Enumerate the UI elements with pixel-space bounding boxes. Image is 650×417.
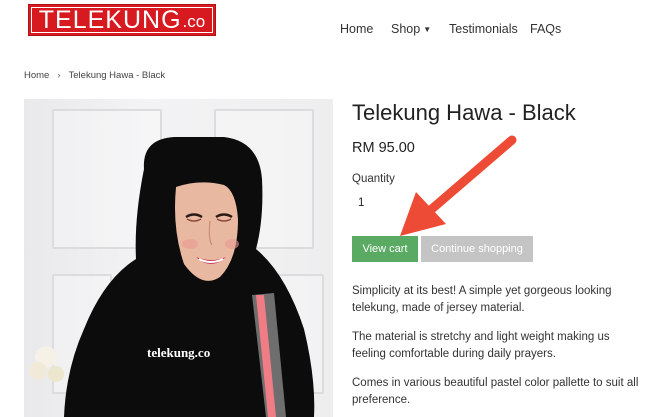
- breadcrumb-separator: ›: [57, 70, 61, 81]
- breadcrumb-current: Telekung Hawa - Black: [68, 70, 166, 81]
- model-illustration: [29, 137, 315, 417]
- site-logo[interactable]: TELEKUNG .co: [28, 4, 216, 36]
- nav-faqs[interactable]: FAQs: [530, 22, 561, 36]
- product-image[interactable]: telekung.co: [24, 99, 333, 417]
- image-watermark: telekung.co: [147, 345, 211, 360]
- nav-shop-label: Shop: [391, 22, 421, 36]
- breadcrumb: Home › Telekung Hawa - Black: [24, 70, 165, 81]
- product-title: Telekung Hawa - Black: [352, 100, 576, 125]
- arrow-pointer-icon: [400, 135, 517, 236]
- description-paragraph: Simplicity at its best! A simple yet gor…: [352, 285, 612, 314]
- nav-home[interactable]: Home: [340, 22, 373, 36]
- breadcrumb-home[interactable]: Home: [24, 70, 49, 81]
- quantity-input[interactable]: 1: [358, 197, 364, 209]
- description-paragraph: Comes in various beautiful pastel color …: [352, 377, 639, 406]
- logo-text: TELEKUNG: [38, 5, 182, 34]
- logo-suffix: .co: [182, 12, 206, 31]
- caret-down-icon: ▼: [423, 25, 432, 34]
- nav-shop[interactable]: Shop ▼: [391, 22, 431, 36]
- description-paragraph: The material is stretchy and light weigh…: [352, 331, 610, 360]
- quantity-label: Quantity: [352, 173, 395, 185]
- nav-testimonials[interactable]: Testimonials: [449, 22, 518, 36]
